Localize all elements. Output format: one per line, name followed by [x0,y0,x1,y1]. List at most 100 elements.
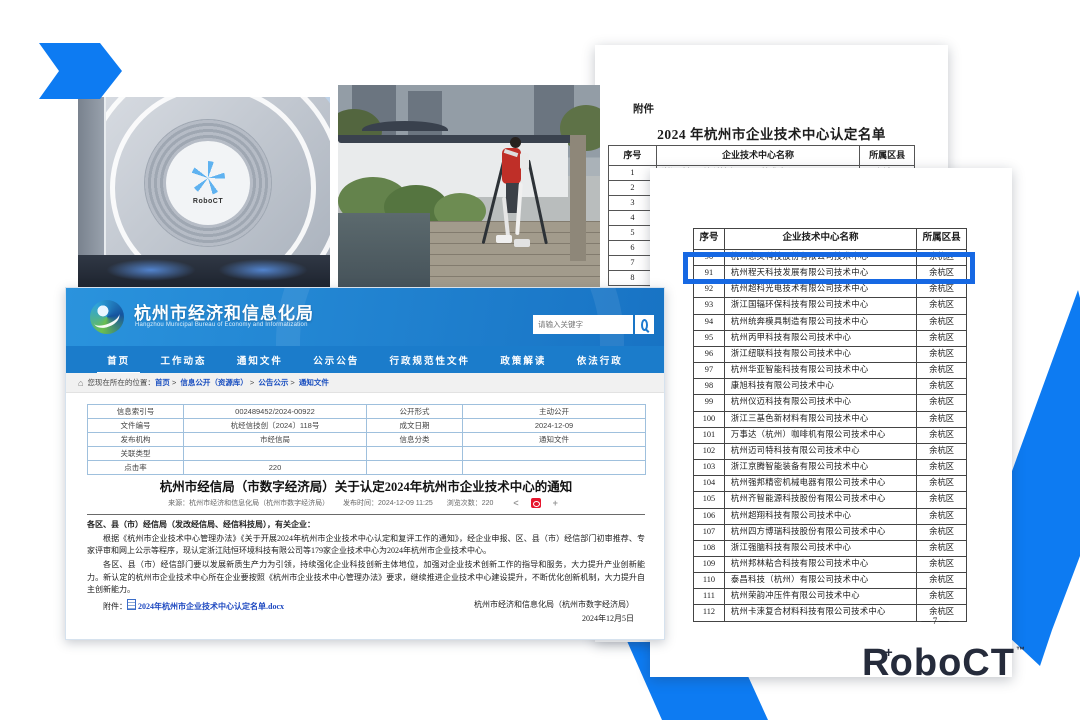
breadcrumb-links: 首页> 信息公开（资源库）> 公告公示> 通知文件 [155,377,329,388]
info-label: 公开形式 [367,405,463,419]
table-row: 98康旭科技有限公司技术中心余杭区 [693,378,967,394]
district: 余杭区 [917,315,967,330]
center-name: 杭州荣韵冲压件有限公司技术中心 [725,589,917,604]
table-row: 97杭州华亚智能科技有限公司技术中心余杭区 [693,362,967,378]
row-number: 99 [694,395,725,410]
person-head [510,137,521,148]
site-header: 杭州市经济和信息化局 Hangzhou Municipal Bureau of … [66,288,664,346]
table-row: 105杭州齐智能源科技股份有限公司技术中心余杭区 [693,491,967,507]
center-name: 浙江国辐环保科技有限公司技术中心 [725,298,917,313]
column-header: 企业技术中心名称 [725,229,917,249]
info-label: 关联类型 [88,447,184,461]
row-number: 93 [694,298,725,313]
notice-paragraph: 根据《杭州市企业技术中心管理办法》《关于开展2024年杭州市企业技术中心认定和复… [87,533,645,558]
nav-item-1[interactable]: 首页 [107,353,130,367]
highlight-box-row-91 [683,252,975,284]
column-header: 序号 [694,229,725,249]
info-value: 市经信局 [184,433,367,447]
breadcrumb-link[interactable]: 信息公开（资源库） [180,378,248,387]
info-table-row: 信息索引号002489452/2024-00922公开形式主动公开 [88,405,646,419]
breadcrumb-link[interactable]: 公告公示 [258,378,288,387]
district: 余杭区 [917,298,967,313]
info-value [463,461,646,475]
row-number: 103 [694,460,725,475]
district: 余杭区 [917,282,967,297]
info-label [367,447,463,461]
breadcrumb-separator: > [250,378,256,387]
nav-item-4[interactable]: 公示公告 [313,353,359,367]
attachment-link[interactable]: 2024年杭州市企业技术中心认定名单.docx [138,602,284,611]
row-number: 106 [694,509,725,524]
attachment-page-7: 序号企业技术中心名称所属区县90杭州惠灵科技股份有限公司技术中心余杭区91杭州程… [650,168,1012,677]
share-icon[interactable]: < [513,498,518,508]
exoskeleton-backpack [520,153,529,169]
center-name: 杭州迈司特科技有限公司技术中心 [725,444,917,459]
row-number: 107 [694,525,725,540]
attachment-label: 附件 [633,101,654,116]
center-name: 泰昌科技（杭州）有限公司技术中心 [725,573,917,588]
center-name: 杭州超翔科技有限公司技术中心 [725,509,917,524]
crutch [527,160,548,245]
table-row: 96浙江纽联科技有限公司技术中心余杭区 [693,346,967,362]
exoskeleton-boot [496,235,512,243]
row-number: 98 [694,379,725,394]
breadcrumb-link[interactable]: 通知文件 [299,378,329,387]
breadcrumb-link[interactable]: 首页 [155,378,170,387]
signature-org: 杭州市经济和信息化局（杭州市数字经济局） [474,598,634,612]
notice-paragraph: 各区、县（市）经信部门要以发展新质生产力为引领，持续强化企业科技创新主体地位，加… [87,559,645,597]
exoskeleton-boot [514,239,530,247]
district: 余杭区 [917,379,967,394]
search-button[interactable] [635,315,654,334]
pond [338,213,430,287]
table-header-row: 序号企业技术中心名称所属区县 [608,145,915,165]
table-row: 107杭州四方博瑞科技股份有限公司技术中心余杭区 [693,524,967,540]
info-value: 002489452/2024-00922 [184,405,367,419]
blue-wedge-decoration [1008,290,1080,666]
meta-views: 浏览次数：220 [447,500,494,507]
blue-chevron-decoration [39,43,122,99]
table-row: 93浙江国辐环保科技有限公司技术中心余杭区 [693,297,967,313]
more-share-icon[interactable]: + [553,498,558,508]
row-number: 94 [694,315,725,330]
divider [87,514,645,515]
row-number: 111 [694,589,725,604]
row-number: 108 [694,541,725,556]
nav-item-5[interactable]: 行政规范性文件 [390,353,471,367]
row-number: 96 [694,347,725,362]
weibo-icon[interactable] [531,498,541,508]
column-header: 所属区县 [917,229,967,249]
info-label: 发布机构 [88,433,184,447]
tech-center-table: 序号企业技术中心名称所属区县90杭州惠灵科技股份有限公司技术中心余杭区91杭州程… [693,228,967,622]
table-row: 111杭州荣韵冲压件有限公司技术中心余杭区 [693,588,967,604]
district: 余杭区 [917,557,967,572]
showroom-photo: RoboCT [78,97,330,287]
center-name: 杭州卡涞复合材料科技有限公司技术中心 [725,605,917,620]
district: 余杭区 [917,444,967,459]
signature-date: 2024年12月5日 [474,612,634,626]
info-table-row: 发布机构市经信局信息分类通知文件 [88,433,646,447]
info-value: 220 [184,461,367,475]
breadcrumb-prefix: 您现在所在的位置： [87,377,155,388]
doc-file-icon [127,599,136,610]
nav-item-3[interactable]: 通知文件 [237,353,283,367]
column-header: 序号 [609,146,657,165]
district: 余杭区 [917,525,967,540]
row-number: 112 [694,605,725,620]
row-number: 95 [694,331,725,346]
nav-item-7[interactable]: 依法行政 [577,353,623,367]
table-row: 110泰昌科技（杭州）有限公司技术中心余杭区 [693,572,967,588]
district: 余杭区 [917,509,967,524]
district: 余杭区 [917,492,967,507]
trademark-symbol: ™ [1016,645,1026,655]
center-name: 杭州华亚智能科技有限公司技术中心 [725,363,917,378]
search-icon [641,319,648,331]
center-name: 浙江强脑科技有限公司技术中心 [725,541,917,556]
nav-item-2[interactable]: 工作动态 [161,353,207,367]
center-name: 杭州仪迈科技有限公司技术中心 [725,395,917,410]
nav-item-6[interactable]: 政策解读 [500,353,546,367]
info-label [367,461,463,475]
table-row: 104杭州强邦精密机械电器有限公司技术中心余杭区 [693,475,967,491]
search-input[interactable] [533,315,633,334]
info-label: 点击率 [88,461,184,475]
center-name: 杭州齐智能源科技股份有限公司技术中心 [725,492,917,507]
